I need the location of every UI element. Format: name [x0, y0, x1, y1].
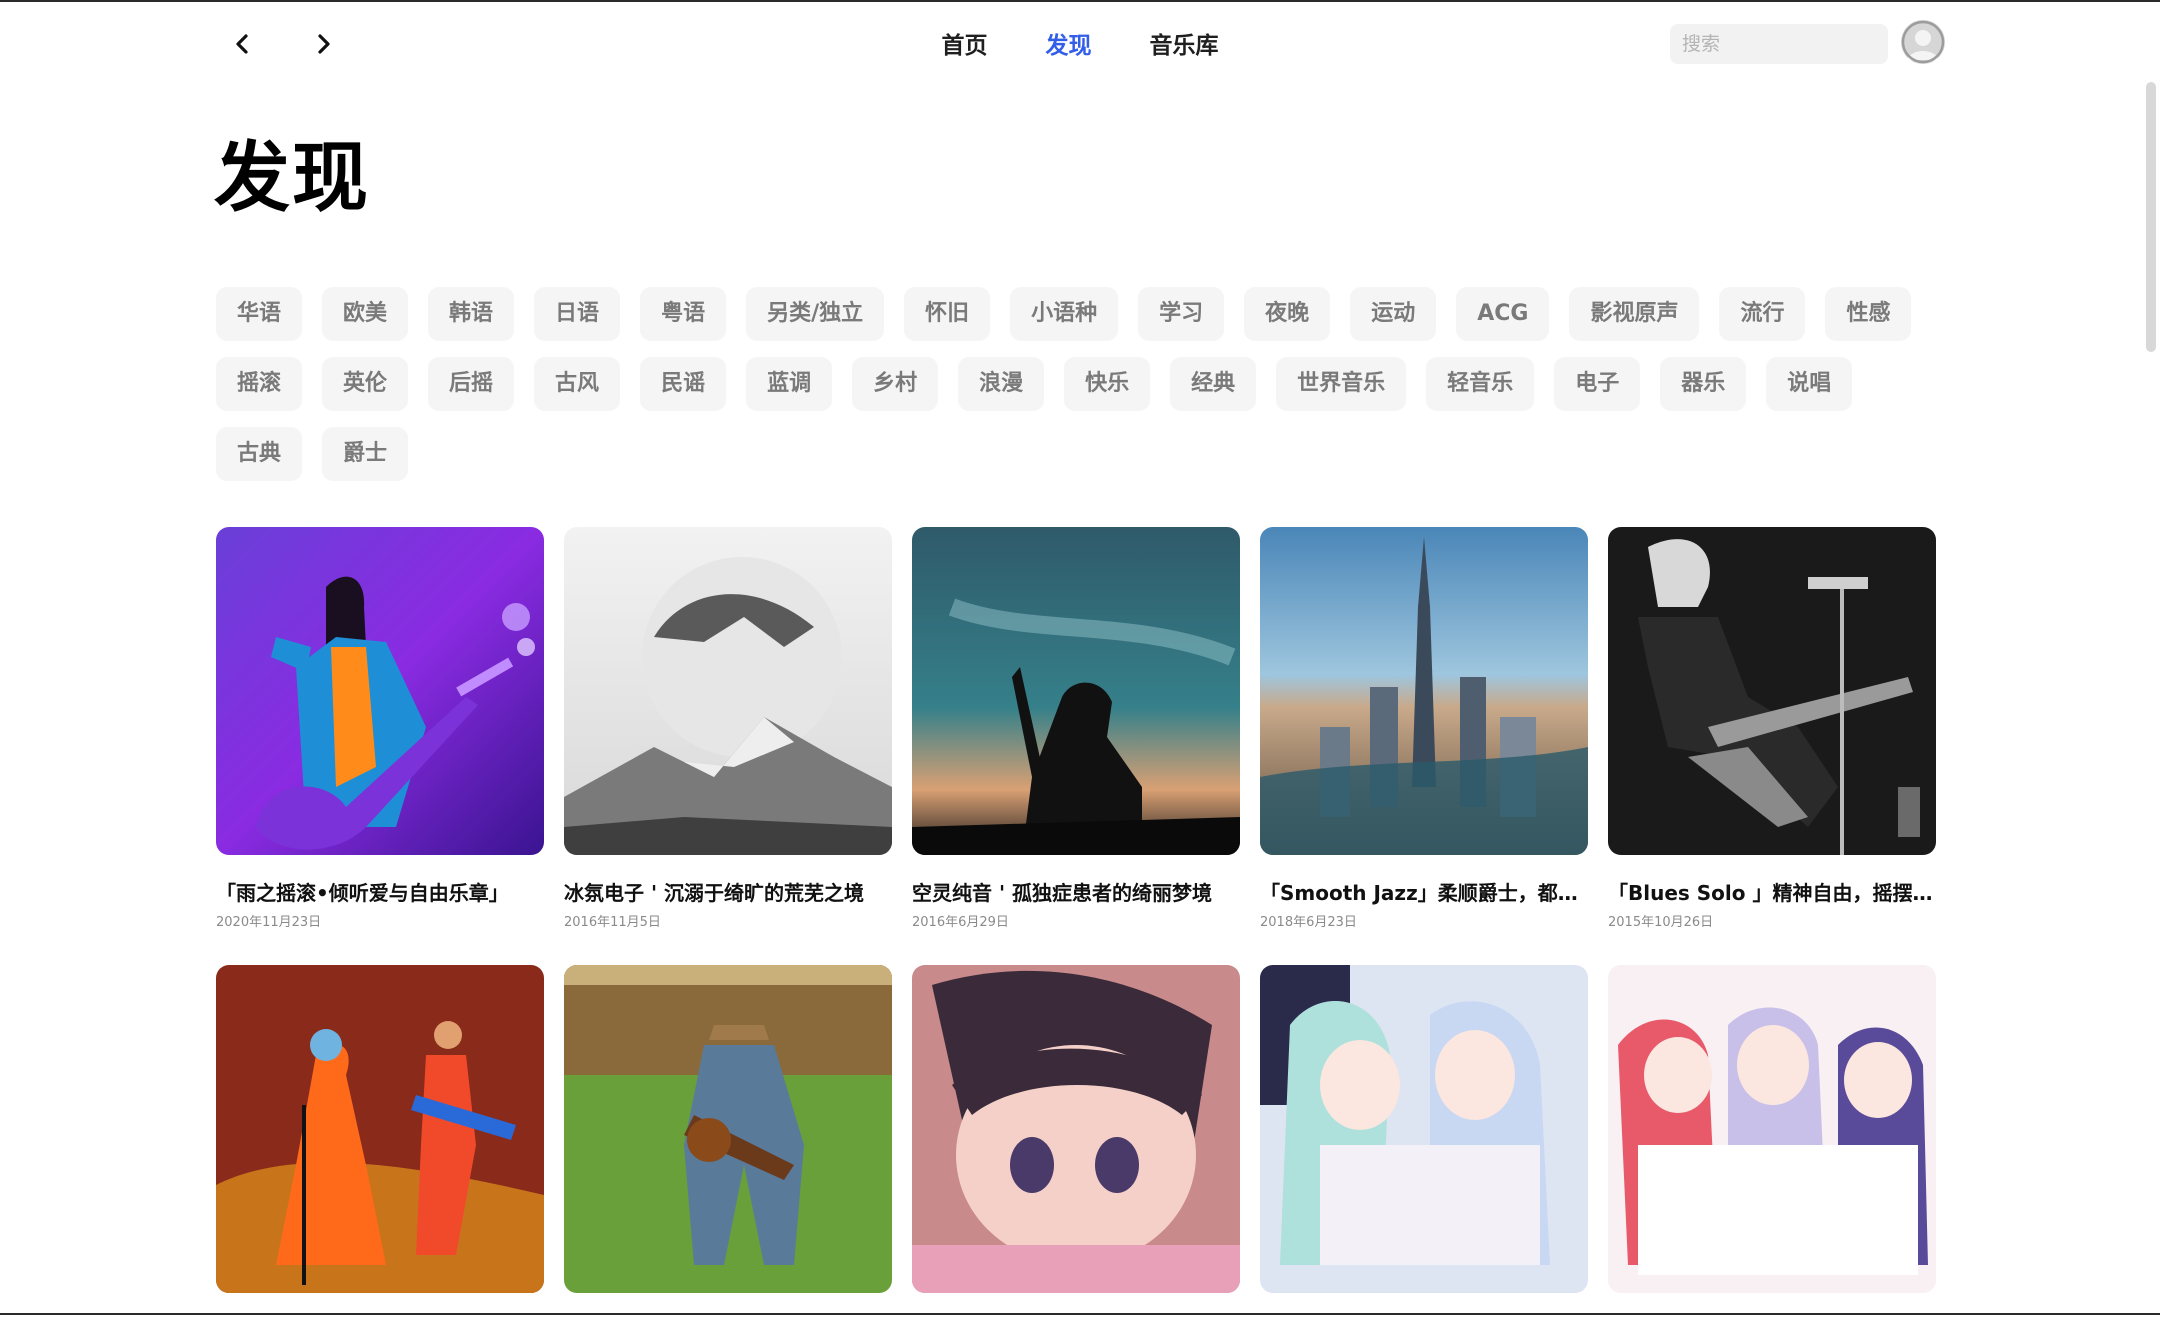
playlist-card[interactable]: 空灵纯音 ' 孤独症患者的绮丽梦境 2016年6月29日 — [912, 527, 1240, 930]
category-tag[interactable]: 影视原声 — [1569, 287, 1700, 341]
category-tag[interactable]: 说唱 — [1766, 357, 1853, 411]
playlist-title[interactable]: 空灵纯音 ' 孤独症患者的绮丽梦境 — [912, 877, 1240, 906]
playlist-cover-image[interactable] — [564, 965, 892, 1293]
playlist-card[interactable] — [216, 965, 544, 1320]
playlist-card[interactable] — [1260, 965, 1588, 1320]
playlist-cover-image[interactable] — [912, 965, 1240, 1293]
category-tag[interactable]: 流行 — [1719, 287, 1806, 341]
playlist-title[interactable]: 「Blues Solo 」精神自由，摇摆人生 — [1608, 877, 1936, 906]
category-tags: 华语 欧美 韩语 日语 粤语 另类/独立 怀旧 小语种 学习 夜晚 运动 ACG… — [216, 287, 1956, 497]
category-tag[interactable]: 电子 — [1554, 357, 1641, 411]
category-tag[interactable]: 轻音乐 — [1426, 357, 1535, 411]
playlist-card[interactable]: 「雨之摇滚•倾听爱与自由乐章」 2020年11月23日 — [216, 527, 544, 930]
playlist-card[interactable]: 「Blues Solo 」精神自由，摇摆人生 2015年10月26日 — [1608, 527, 1936, 930]
search-input[interactable] — [1680, 32, 1888, 56]
category-tag[interactable]: 欧美 — [322, 287, 409, 341]
category-tag[interactable]: 夜晚 — [1244, 287, 1331, 341]
category-tag[interactable]: 另类/独立 — [746, 287, 885, 341]
category-tag[interactable]: 古典 — [216, 427, 303, 481]
category-tag[interactable]: 乡村 — [852, 357, 939, 411]
category-tag[interactable]: 小语种 — [1010, 287, 1119, 341]
category-tag[interactable]: 经典 — [1170, 357, 1257, 411]
category-tag[interactable]: 器乐 — [1660, 357, 1747, 411]
search-box[interactable] — [1670, 24, 1888, 64]
playlist-date: 2020年11月23日 — [216, 915, 322, 930]
playlist-card[interactable] — [912, 965, 1240, 1320]
nav-link-home[interactable]: 首页 — [941, 26, 987, 60]
category-tag[interactable]: 学习 — [1138, 287, 1225, 341]
playlist-cover-image[interactable] — [216, 527, 544, 855]
category-tag[interactable]: 英伦 — [322, 357, 409, 411]
nav-link-library[interactable]: 音乐库 — [1150, 26, 1219, 60]
playlist-date: 2016年6月29日 — [912, 915, 1009, 930]
category-tag[interactable]: 韩语 — [428, 287, 515, 341]
playlist-card[interactable] — [564, 965, 892, 1320]
category-tag[interactable]: 民谣 — [640, 357, 727, 411]
page-title: 发现 — [214, 133, 370, 222]
playlist-date: 2018年6月23日 — [1260, 915, 1357, 930]
playlist-title[interactable]: 「雨之摇滚•倾听爱与自由乐章」 — [216, 877, 544, 906]
category-tag[interactable]: 后摇 — [428, 357, 515, 411]
category-tag[interactable]: 性感 — [1825, 287, 1912, 341]
category-tag[interactable]: 运动 — [1350, 287, 1437, 341]
category-tag[interactable]: 世界音乐 — [1276, 357, 1407, 411]
category-tag[interactable]: 摇滚 — [216, 357, 303, 411]
playlist-date: 2015年10月26日 — [1608, 915, 1714, 930]
playlist-cover-image[interactable] — [1608, 965, 1936, 1293]
playlist-cover-image[interactable] — [1608, 527, 1936, 855]
scrollbar-thumb[interactable] — [2146, 82, 2156, 352]
user-avatar-icon — [1901, 20, 1945, 64]
playlist-cover-image[interactable] — [216, 965, 544, 1293]
playlist-cover-image[interactable] — [912, 527, 1240, 855]
playlist-title[interactable]: 「Smooth Jazz」柔顺爵士，都市夜色下的慵懒情调 — [1260, 877, 1588, 906]
category-tag[interactable]: ACG — [1456, 287, 1550, 341]
playlist-cover-image[interactable] — [1260, 527, 1588, 855]
category-tag[interactable]: 古风 — [534, 357, 621, 411]
category-tag[interactable]: 爵士 — [322, 427, 409, 481]
category-tag[interactable]: 粤语 — [640, 287, 727, 341]
playlist-date: 2016年11月5日 — [564, 915, 661, 930]
playlist-card[interactable] — [1608, 965, 1936, 1320]
category-tag[interactable]: 华语 — [216, 287, 303, 341]
category-tag[interactable]: 蓝调 — [746, 357, 833, 411]
category-tag[interactable]: 快乐 — [1064, 357, 1151, 411]
playlist-card[interactable]: 「Smooth Jazz」柔顺爵士，都市夜色下的慵懒情调 2018年6月23日 — [1260, 527, 1588, 930]
top-navbar: 首页 发现 音乐库 — [0, 2, 2160, 82]
nav-link-discover[interactable]: 发现 — [1046, 26, 1092, 60]
category-tag[interactable]: 怀旧 — [904, 287, 991, 341]
category-tag[interactable]: 浪漫 — [958, 357, 1045, 411]
playlist-cover-image[interactable] — [1260, 965, 1588, 1293]
user-avatar-button[interactable] — [1901, 20, 1945, 64]
playlist-card[interactable]: 冰氛电子 ' 沉溺于绮旷的荒芜之境 2016年11月5日 — [564, 527, 892, 930]
category-tag[interactable]: 日语 — [534, 287, 621, 341]
playlist-title[interactable]: 冰氛电子 ' 沉溺于绮旷的荒芜之境 — [564, 877, 892, 906]
playlist-cover-image[interactable] — [564, 527, 892, 855]
